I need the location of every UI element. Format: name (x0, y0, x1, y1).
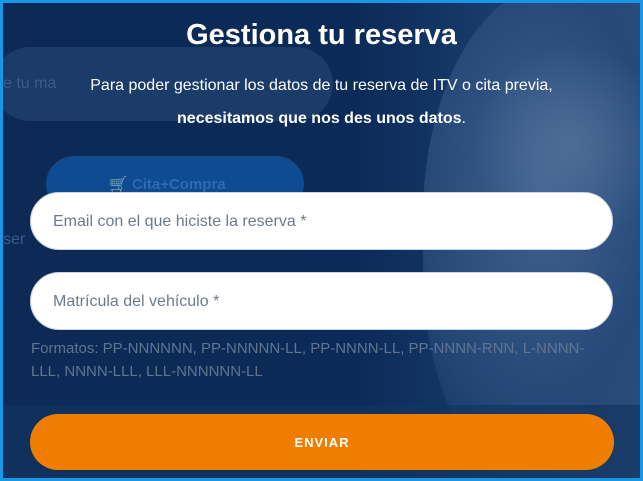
plate-field (30, 272, 613, 331)
modal-title: Gestiona tu reserva (186, 19, 457, 51)
modal-frame: e tu ma 🛒 Cita+Compra ser Gestiona tu re… (0, 0, 643, 481)
subtitle-line-1: Para poder gestionar los datos de tu res… (90, 77, 553, 94)
background-left-text: ser (3, 231, 26, 248)
email-field (30, 192, 613, 251)
background-cita-compra-label: 🛒 Cita+Compra (109, 176, 226, 193)
email-input[interactable] (51, 193, 595, 251)
plate-input[interactable] (51, 273, 595, 331)
modal-subtitle: Para poder gestionar los datos de tu res… (3, 69, 640, 135)
plate-formats-hint: Formatos: PP-NNNNNN, PP-NNNNN-LL, PP-NNN… (31, 340, 585, 380)
cart-icon: 🛒 (109, 176, 128, 193)
submit-button[interactable]: ENVIAR (30, 414, 614, 470)
subtitle-line-2: necesitamos que nos des unos datos. (177, 110, 466, 127)
